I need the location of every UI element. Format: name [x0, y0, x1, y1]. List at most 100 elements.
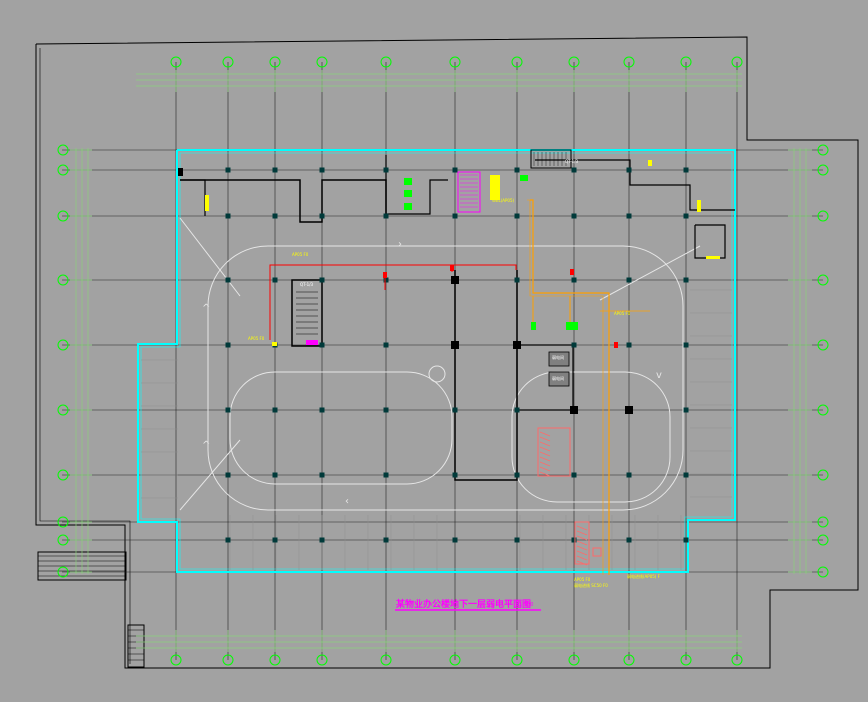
- column: [225, 537, 231, 543]
- salmon-hatch: [539, 466, 551, 472]
- column-large: [451, 276, 459, 284]
- yellow-panel: [490, 175, 500, 200]
- top-room-wall: [385, 155, 448, 215]
- column-large: [451, 341, 459, 349]
- column: [683, 537, 689, 543]
- column: [319, 407, 325, 413]
- salmon-hatch: [539, 456, 551, 462]
- column: [683, 277, 689, 283]
- cable-red-branch: [452, 264, 517, 270]
- salmon-hatch: [576, 540, 588, 546]
- column: [452, 472, 458, 478]
- green-device: [531, 322, 536, 330]
- column: [272, 167, 278, 173]
- label-cable-g: 弱电进线 SC50 F0: [574, 582, 608, 588]
- salmon-hatch: [539, 461, 551, 467]
- cable-orange-secondary: [527, 199, 604, 575]
- label-room-b: 弱电间: [552, 375, 564, 381]
- yellow-marker: [648, 160, 652, 166]
- column: [452, 407, 458, 413]
- driveway-island-right: [511, 371, 671, 503]
- label-stair-a: QT-1/3: [565, 159, 579, 164]
- column-large: [513, 341, 521, 349]
- salmon-hatch: [576, 550, 588, 556]
- central-core: [454, 270, 518, 481]
- stair-core-left: [291, 279, 323, 347]
- cable-orange-main: [530, 199, 610, 575]
- column: [514, 277, 520, 283]
- floor-plan-svg: › ‹ ^ ^ v QT-1/3 QT-1/3 弱电间 弱电间 AP05 F0 AP05…: [35, 36, 859, 669]
- ramp-line: [599, 245, 701, 301]
- column: [514, 213, 520, 219]
- column: [225, 213, 231, 219]
- column: [272, 472, 278, 478]
- label-cable-c: WEL(AP05): [492, 198, 515, 203]
- column: [626, 472, 632, 478]
- column: [514, 537, 520, 543]
- drawing-scale: 1:100: [519, 602, 533, 608]
- column: [514, 407, 520, 413]
- column: [683, 213, 689, 219]
- column: [319, 537, 325, 543]
- yellow-marker: [272, 342, 277, 346]
- column: [225, 407, 231, 413]
- green-device: [566, 322, 578, 330]
- salmon-hatch: [576, 545, 588, 551]
- column: [626, 342, 632, 348]
- column: [383, 472, 389, 478]
- column: [319, 167, 325, 173]
- column-large: [625, 406, 633, 414]
- salmon-box: [592, 547, 602, 557]
- equipment-rack: [404, 203, 412, 210]
- label-cable-b: AP05 F0: [248, 336, 265, 341]
- turning-circle: [428, 365, 446, 383]
- column: [225, 277, 231, 283]
- column: [571, 537, 577, 543]
- column: [319, 213, 325, 219]
- inner-boundary: [39, 48, 131, 664]
- column: [571, 213, 577, 219]
- salmon-hatch: [576, 555, 588, 561]
- cable-red-main: [269, 264, 453, 340]
- column: [383, 342, 389, 348]
- red-device: [450, 265, 454, 271]
- arrow-glyph: ^: [202, 440, 210, 451]
- yellow-marker: [697, 200, 701, 212]
- magenta-stair: [457, 171, 481, 213]
- red-device: [570, 269, 574, 275]
- label-cable-f: AP05 F0: [574, 577, 591, 582]
- salmon-panel: [537, 427, 571, 477]
- column: [514, 167, 520, 173]
- yellow-marker: [205, 195, 209, 211]
- label-cable-a: AP05 F0: [292, 252, 309, 257]
- arrow-glyph: v: [656, 370, 662, 381]
- equipment-symbols: [178, 160, 720, 566]
- equipment-rack: [404, 190, 412, 197]
- column: [272, 537, 278, 543]
- column: [383, 277, 389, 283]
- yellow-marker: [706, 256, 720, 259]
- column: [626, 167, 632, 173]
- column: [452, 213, 458, 219]
- right-room: [694, 224, 726, 259]
- salmon-hatch: [576, 525, 588, 531]
- column: [383, 167, 389, 173]
- column: [225, 342, 231, 348]
- cad-drawing-canvas[interactable]: › ‹ ^ ^ v QT-1/3 QT-1/3 弱电间 弱电间 AP05 F0 AP05…: [0, 0, 868, 698]
- magenta-device: [306, 340, 318, 345]
- legend-box-small: [127, 624, 145, 668]
- column: [319, 277, 325, 283]
- salmon-hatch: [576, 530, 588, 536]
- column: [452, 167, 458, 173]
- column: [319, 342, 325, 348]
- label-cable-e: 弱电进线(AP05) F: [627, 573, 661, 579]
- column-markers: [225, 167, 689, 543]
- column: [626, 213, 632, 219]
- green-device: [520, 175, 528, 181]
- red-device: [614, 342, 618, 348]
- arrow-glyph: ›: [398, 239, 402, 250]
- equipment-rack: [404, 178, 412, 185]
- driveway-island-left: [229, 371, 453, 485]
- column: [225, 167, 231, 173]
- column: [383, 407, 389, 413]
